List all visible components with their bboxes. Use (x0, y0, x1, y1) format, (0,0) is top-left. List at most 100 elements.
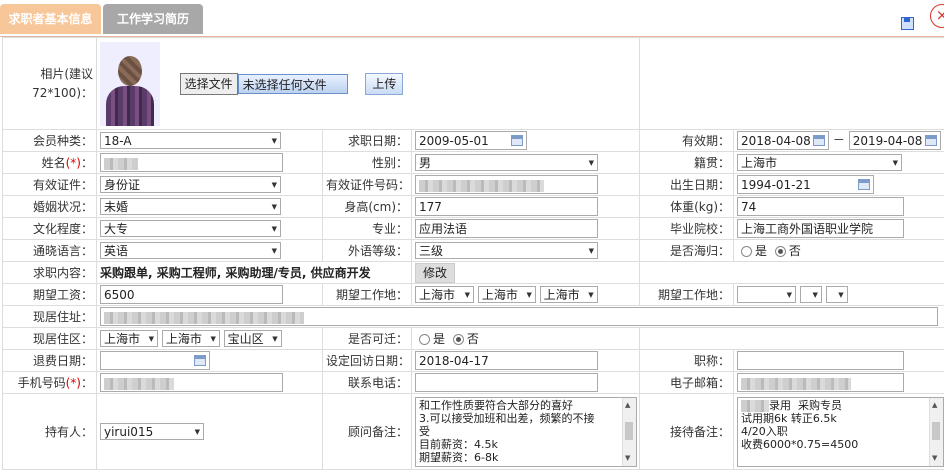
returnee-yes-radio[interactable] (741, 246, 753, 257)
photo-label: 相片(建议72*100)： (2, 37, 97, 130)
applicant-form: 相片(建议72*100)： 选择文件 未选择任何文件 上传 会员种类： 18-A … (2, 37, 944, 470)
id-type-select[interactable]: 身份证 (100, 176, 281, 194)
job-content-label: 求职内容： (2, 261, 97, 284)
title-label: 职称： (639, 349, 735, 372)
marital-select[interactable]: 未婚 (100, 198, 281, 216)
native-select[interactable]: 上海市 (737, 154, 903, 172)
scrollbar[interactable] (622, 397, 636, 466)
consultant-note-label: 顾问备注： (322, 393, 412, 470)
marital-label: 婚姻状况： (2, 195, 97, 218)
calendar-icon[interactable] (511, 135, 523, 146)
title-field[interactable] (737, 351, 905, 370)
work2-province-select[interactable] (737, 286, 797, 304)
native-label: 籍贯： (639, 151, 735, 174)
lang-level-label: 外语等级： (322, 239, 412, 262)
returnee-yes-label: 是 (755, 244, 768, 258)
mobile-field[interactable] (100, 373, 283, 392)
row-notes: 持有人： yirui015 顾问备注： 和工作性质要符合大部分的喜好 3.可以接… (2, 393, 944, 470)
tab-resume[interactable]: 工作学习简历 (103, 4, 203, 34)
relocate-label: 是否可迁： (322, 327, 412, 350)
relocate-no-label: 否 (466, 332, 479, 346)
education-select[interactable]: 大专 (100, 220, 281, 238)
relocate-yes-radio[interactable] (419, 334, 430, 345)
calendar-icon[interactable] (813, 135, 826, 146)
work-province-select[interactable]: 上海市 (415, 286, 474, 304)
row-address: 现居住址： (2, 305, 944, 328)
reception-note-textarea[interactable]: 录用 采购专员 试用期6k 转正6.5k 4/20入职 收费6000*0.75=… (737, 396, 944, 467)
residence-district-select[interactable]: 宝山区 (223, 330, 282, 348)
modify-button[interactable]: 修改 (415, 262, 456, 283)
name-field[interactable] (100, 153, 283, 172)
member-type-select[interactable]: 18-A (100, 132, 281, 150)
education-label: 文化程度： (2, 217, 97, 240)
major-field[interactable]: 应用法语 (415, 219, 598, 238)
tab-basic-info[interactable]: 求职者基本信息 (0, 4, 101, 34)
row-job-content: 求职内容： 采购跟单, 采购工程师, 采购助理/专员, 供应商开发 修改 (2, 261, 944, 284)
apply-date-label: 求职日期： (322, 129, 412, 152)
row-language: 通晓语言： 英语 外语等级： 三级 是否海归： 是 否 (2, 239, 944, 262)
valid-start-field[interactable]: 2018-04-08 (737, 131, 830, 150)
calendar-icon[interactable] (924, 135, 937, 146)
row-contact: 手机号码(*)： 联系电话： 电子邮箱： (2, 371, 944, 394)
consultant-note-textarea[interactable]: 和工作性质要符合大部分的喜好 3.可以接受加班和出差，频繁的不接 受 目前薪资：… (415, 396, 637, 467)
row-residence: 现居住区： 上海市 上海市 宝山区 是否可迁： 是 否 (2, 327, 944, 350)
tab-bar: 求职者基本信息 工作学习简历 × (0, 0, 944, 37)
id-no-label: 有效证件号码： (322, 173, 412, 196)
lang-level-select[interactable]: 三级 (415, 242, 598, 260)
job-content-value: 采购跟单, 采购工程师, 采购助理/专员, 供应商开发 (96, 261, 412, 284)
gender-select[interactable]: 男 (415, 154, 598, 172)
height-label: 身高(cm)： (322, 195, 412, 218)
email-field[interactable] (737, 373, 905, 392)
calendar-icon[interactable] (194, 355, 206, 366)
apply-date-field[interactable]: 2009-05-01 (415, 131, 527, 150)
weight-field[interactable]: 74 (737, 197, 905, 216)
calendar-icon[interactable] (858, 179, 871, 190)
id-no-field[interactable] (415, 175, 598, 194)
major-label: 专业： (322, 217, 412, 240)
address-field[interactable] (100, 307, 938, 326)
work-city-select[interactable]: 上海市 (477, 286, 536, 304)
choose-file-button[interactable]: 选择文件 (179, 72, 238, 95)
height-field[interactable]: 177 (415, 197, 598, 216)
returnee-no-radio[interactable] (774, 246, 786, 257)
relocate-yes-label: 是 (433, 332, 446, 346)
work-district-select[interactable]: 上海市 (539, 286, 598, 304)
row-member: 会员种类： 18-A 求职日期： 2009-05-01 有效期： 2018-04… (2, 129, 944, 152)
exit-date-field[interactable] (100, 351, 210, 370)
row-marital: 婚姻状况： 未婚 身高(cm)： 177 体重(kg)： 74 (2, 195, 944, 218)
valid-end-field[interactable]: 2019-04-08 (848, 131, 941, 150)
phone-field[interactable] (415, 373, 598, 392)
residence-label: 现居住区： (2, 327, 97, 350)
language-label: 通晓语言： (2, 239, 97, 262)
row-salary: 期望工资： 6500 期望工作地： 上海市 上海市 上海市 期望工作地： (2, 283, 944, 306)
school-field[interactable]: 上海工商外国语职业学院 (737, 219, 905, 238)
birth-date-field[interactable]: 1994-01-21 (737, 175, 875, 194)
birth-label: 出生日期： (639, 173, 735, 196)
work2-city-select[interactable] (799, 286, 822, 304)
upload-button[interactable]: 上传 (365, 72, 404, 95)
holder-select[interactable]: yirui015 (100, 423, 204, 441)
language-select[interactable]: 英语 (100, 242, 281, 260)
valid-period-label: 有效期： (639, 129, 735, 152)
relocate-no-radio[interactable] (452, 334, 464, 345)
member-type-label: 会员种类： (2, 129, 97, 152)
range-separator: － (832, 133, 845, 147)
revisit-date-field[interactable]: 2018-04-17 (415, 351, 598, 370)
scrollbar[interactable] (929, 397, 944, 466)
applicant-photo (100, 41, 160, 126)
residence-city-select[interactable]: 上海市 (161, 330, 220, 348)
residence-province-select[interactable]: 上海市 (100, 330, 158, 348)
id-type-label: 有效证件： (2, 173, 97, 196)
file-status: 未选择任何文件 (237, 73, 348, 94)
phone-label: 联系电话： (322, 371, 412, 394)
row-education: 文化程度： 大专 专业： 应用法语 毕业院校： 上海工商外国语职业学院 (2, 217, 944, 240)
name-label: 姓名(*)： (2, 151, 97, 174)
close-icon[interactable]: × (930, 4, 944, 28)
holder-label: 持有人： (2, 393, 97, 470)
reception-note-label: 接待备注： (639, 393, 735, 470)
salary-field[interactable]: 6500 (100, 285, 283, 304)
returnee-no-label: 否 (788, 244, 801, 258)
mobile-label: 手机号码(*)： (2, 371, 97, 394)
save-icon[interactable] (901, 17, 914, 30)
work2-district-select[interactable] (825, 286, 848, 304)
